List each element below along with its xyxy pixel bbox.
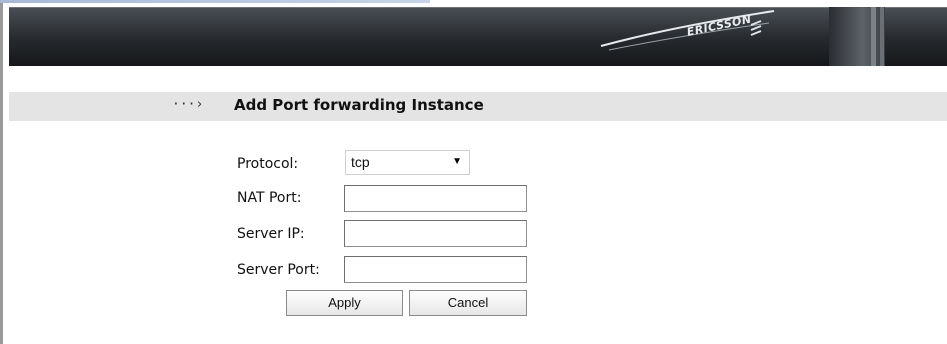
header-bar	[871, 7, 876, 66]
header-banner: ERICSSON	[9, 7, 947, 66]
swoosh-graphic	[600, 10, 775, 51]
header-bar	[880, 7, 884, 66]
left-border	[0, 0, 3, 344]
nat-port-input[interactable]	[344, 185, 527, 212]
server-port-label: Server Port:	[237, 262, 320, 278]
chevron-down-icon: ▼	[452, 156, 462, 167]
server-ip-input[interactable]	[344, 220, 527, 247]
server-port-input[interactable]	[344, 256, 527, 283]
header-panel	[829, 7, 885, 66]
apply-button[interactable]: Apply	[286, 290, 403, 316]
page-title: Add Port forwarding Instance	[234, 96, 484, 114]
top-accent-line	[0, 0, 430, 3]
protocol-select-value: tcp	[351, 154, 370, 170]
ericsson-logo-icon	[750, 20, 762, 36]
dotted-arrow-icon: ···›	[172, 97, 204, 112]
nat-port-label: NAT Port:	[237, 190, 302, 206]
protocol-label: Protocol:	[237, 156, 299, 172]
server-ip-label: Server IP:	[237, 226, 305, 242]
cancel-button[interactable]: Cancel	[409, 290, 527, 316]
protocol-select[interactable]: tcp ▼	[345, 150, 470, 175]
